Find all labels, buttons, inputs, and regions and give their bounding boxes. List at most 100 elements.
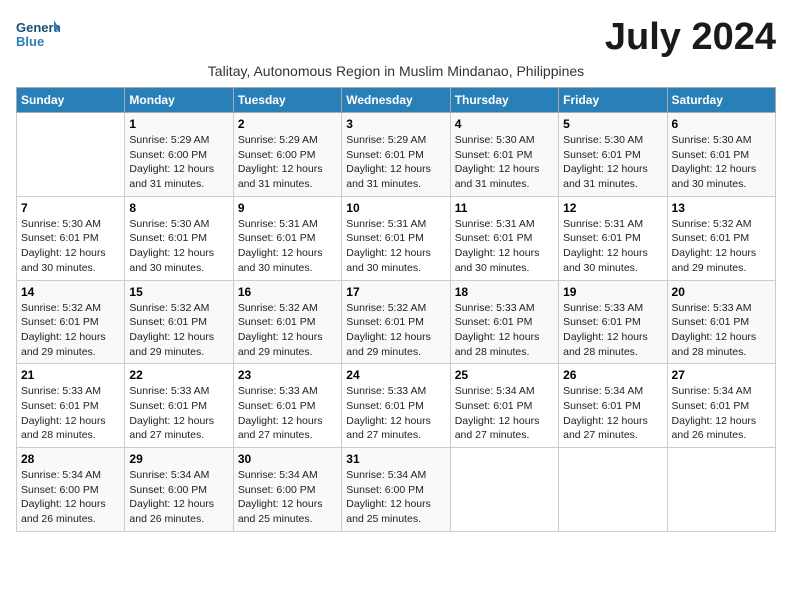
calendar-cell: 17 Sunrise: 5:32 AMSunset: 6:01 PMDayligh… [342, 280, 450, 364]
page-subtitle: Talitay, Autonomous Region in Muslim Min… [16, 63, 776, 79]
day-number: 7 [21, 201, 120, 215]
calendar-table: SundayMondayTuesdayWednesdayThursdayFrid… [16, 87, 776, 532]
calendar-cell: 20Sunrise: 5:33 AMSunset: 6:01 PMDayligh… [667, 280, 775, 364]
day-info: Sunrise: 5:32 AMSunset: 6:01 PMDaylight:… [346, 301, 445, 360]
calendar-cell: 21 Sunrise: 5:33 AMSunset: 6:01 PMDayligh… [17, 364, 125, 448]
day-number: 6 [672, 117, 771, 131]
calendar-cell [450, 448, 558, 532]
calendar-header-row: SundayMondayTuesdayWednesdayThursdayFrid… [17, 88, 776, 113]
day-number: 30 [238, 452, 337, 466]
day-info: Sunrise: 5:34 AMSunset: 6:01 PMDaylight:… [672, 384, 771, 443]
day-number: 12 [563, 201, 662, 215]
day-info: Sunrise: 5:33 AMSunset: 6:01 PMDaylight:… [672, 301, 771, 360]
day-info: Sunrise: 5:33 AMSunset: 6:01 PMDaylight:… [563, 301, 662, 360]
day-number: 17 [346, 285, 445, 299]
calendar-cell: 16Sunrise: 5:32 AMSunset: 6:01 PMDayligh… [233, 280, 341, 364]
calendar-week-row: 28 Sunrise: 5:34 AMSunset: 6:00 PMDayligh… [17, 448, 776, 532]
day-number: 28 [21, 452, 120, 466]
day-info: Sunrise: 5:33 AMSunset: 6:01 PMDaylight:… [129, 384, 228, 443]
day-number: 15 [129, 285, 228, 299]
calendar-cell: 25 Sunrise: 5:34 AMSunset: 6:01 PMDayligh… [450, 364, 558, 448]
day-number: 16 [238, 285, 337, 299]
day-number: 23 [238, 368, 337, 382]
calendar-header-monday: Monday [125, 88, 233, 113]
calendar-cell: 22 Sunrise: 5:33 AMSunset: 6:01 PMDayligh… [125, 364, 233, 448]
calendar-cell: 23 Sunrise: 5:33 AMSunset: 6:01 PMDayligh… [233, 364, 341, 448]
day-number: 19 [563, 285, 662, 299]
day-number: 8 [129, 201, 228, 215]
day-info: Sunrise: 5:31 AMSunset: 6:01 PMDaylight:… [455, 217, 554, 276]
calendar-cell: 27 Sunrise: 5:34 AMSunset: 6:01 PMDayligh… [667, 364, 775, 448]
day-number: 29 [129, 452, 228, 466]
calendar-cell [667, 448, 775, 532]
day-info: Sunrise: 5:32 AMSunset: 6:01 PMDaylight:… [21, 301, 120, 360]
day-number: 24 [346, 368, 445, 382]
calendar-cell: 14 Sunrise: 5:32 AMSunset: 6:01 PMDayligh… [17, 280, 125, 364]
svg-text:General: General [16, 20, 60, 35]
calendar-cell: 15 Sunrise: 5:32 AMSunset: 6:01 PMDayligh… [125, 280, 233, 364]
logo: General Blue [16, 16, 64, 52]
day-number: 26 [563, 368, 662, 382]
calendar-header-thursday: Thursday [450, 88, 558, 113]
calendar-header-wednesday: Wednesday [342, 88, 450, 113]
day-info: Sunrise: 5:33 AMSunset: 6:01 PMDaylight:… [455, 301, 554, 360]
calendar-cell: 13Sunrise: 5:32 AMSunset: 6:01 PMDayligh… [667, 196, 775, 280]
day-info: Sunrise: 5:34 AMSunset: 6:00 PMDaylight:… [129, 468, 228, 527]
calendar-cell: 7 Sunrise: 5:30 AMSunset: 6:01 PMDaylight… [17, 196, 125, 280]
day-info: Sunrise: 5:33 AMSunset: 6:01 PMDaylight:… [238, 384, 337, 443]
calendar-cell: 8 Sunrise: 5:30 AMSunset: 6:01 PMDaylight… [125, 196, 233, 280]
calendar-cell: 29 Sunrise: 5:34 AMSunset: 6:00 PMDayligh… [125, 448, 233, 532]
day-number: 22 [129, 368, 228, 382]
day-number: 2 [238, 117, 337, 131]
day-info: Sunrise: 5:31 AMSunset: 6:01 PMDaylight:… [238, 217, 337, 276]
calendar-cell: 5 Sunrise: 5:30 AMSunset: 6:01 PMDaylight… [559, 113, 667, 197]
calendar-header-saturday: Saturday [667, 88, 775, 113]
calendar-cell: 18Sunrise: 5:33 AMSunset: 6:01 PMDayligh… [450, 280, 558, 364]
day-info: Sunrise: 5:30 AMSunset: 6:01 PMDaylight:… [21, 217, 120, 276]
day-number: 27 [672, 368, 771, 382]
svg-text:Blue: Blue [16, 34, 44, 49]
calendar-week-row: 14 Sunrise: 5:32 AMSunset: 6:01 PMDayligh… [17, 280, 776, 364]
calendar-cell: 10 Sunrise: 5:31 AMSunset: 6:01 PMDayligh… [342, 196, 450, 280]
calendar-cell: 9 Sunrise: 5:31 AMSunset: 6:01 PMDaylight… [233, 196, 341, 280]
day-number: 4 [455, 117, 554, 131]
day-info: Sunrise: 5:30 AMSunset: 6:01 PMDaylight:… [563, 133, 662, 192]
day-number: 14 [21, 285, 120, 299]
calendar-week-row: 21 Sunrise: 5:33 AMSunset: 6:01 PMDayligh… [17, 364, 776, 448]
calendar-cell: 12 Sunrise: 5:31 AMSunset: 6:01 PMDayligh… [559, 196, 667, 280]
calendar-cell: 2Sunrise: 5:29 AMSunset: 6:00 PMDaylight… [233, 113, 341, 197]
calendar-cell: 24Sunrise: 5:33 AMSunset: 6:01 PMDayligh… [342, 364, 450, 448]
day-info: Sunrise: 5:33 AMSunset: 6:01 PMDaylight:… [21, 384, 120, 443]
calendar-cell: 6 Sunrise: 5:30 AMSunset: 6:01 PMDaylight… [667, 113, 775, 197]
calendar-cell: 30 Sunrise: 5:34 AMSunset: 6:00 PMDayligh… [233, 448, 341, 532]
calendar-cell: 11Sunrise: 5:31 AMSunset: 6:01 PMDayligh… [450, 196, 558, 280]
day-number: 5 [563, 117, 662, 131]
day-info: Sunrise: 5:30 AMSunset: 6:01 PMDaylight:… [672, 133, 771, 192]
calendar-cell: 1Sunrise: 5:29 AMSunset: 6:00 PMDaylight… [125, 113, 233, 197]
day-info: Sunrise: 5:30 AMSunset: 6:01 PMDaylight:… [129, 217, 228, 276]
day-info: Sunrise: 5:34 AMSunset: 6:00 PMDaylight:… [346, 468, 445, 527]
calendar-header-friday: Friday [559, 88, 667, 113]
day-number: 25 [455, 368, 554, 382]
day-number: 31 [346, 452, 445, 466]
calendar-cell: 28 Sunrise: 5:34 AMSunset: 6:00 PMDayligh… [17, 448, 125, 532]
day-info: Sunrise: 5:32 AMSunset: 6:01 PMDaylight:… [129, 301, 228, 360]
calendar-cell: 3Sunrise: 5:29 AMSunset: 6:01 PMDaylight… [342, 113, 450, 197]
day-info: Sunrise: 5:34 AMSunset: 6:01 PMDaylight:… [563, 384, 662, 443]
day-info: Sunrise: 5:34 AMSunset: 6:00 PMDaylight:… [238, 468, 337, 527]
calendar-header-sunday: Sunday [17, 88, 125, 113]
day-info: Sunrise: 5:34 AMSunset: 6:00 PMDaylight:… [21, 468, 120, 527]
calendar-cell: 19 Sunrise: 5:33 AMSunset: 6:01 PMDayligh… [559, 280, 667, 364]
day-number: 9 [238, 201, 337, 215]
day-info: Sunrise: 5:29 AMSunset: 6:00 PMDaylight:… [129, 133, 228, 192]
day-info: Sunrise: 5:30 AMSunset: 6:01 PMDaylight:… [455, 133, 554, 192]
calendar-body: 1Sunrise: 5:29 AMSunset: 6:00 PMDaylight… [17, 113, 776, 532]
day-number: 10 [346, 201, 445, 215]
page-title: July 2024 [605, 16, 776, 59]
day-info: Sunrise: 5:31 AMSunset: 6:01 PMDaylight:… [346, 217, 445, 276]
day-info: Sunrise: 5:31 AMSunset: 6:01 PMDaylight:… [563, 217, 662, 276]
day-info: Sunrise: 5:34 AMSunset: 6:01 PMDaylight:… [455, 384, 554, 443]
day-info: Sunrise: 5:32 AMSunset: 6:01 PMDaylight:… [672, 217, 771, 276]
day-info: Sunrise: 5:29 AMSunset: 6:01 PMDaylight:… [346, 133, 445, 192]
day-number: 21 [21, 368, 120, 382]
